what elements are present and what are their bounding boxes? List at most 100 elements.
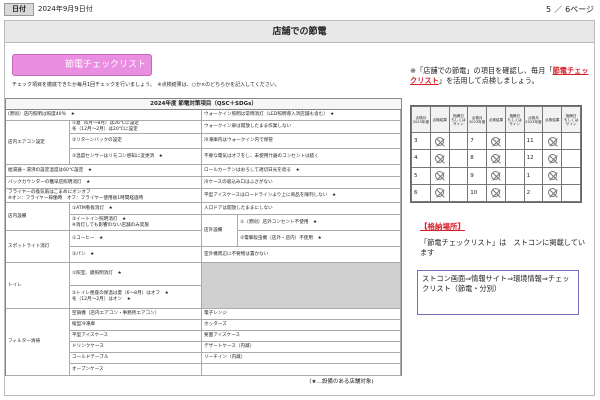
table-cell: オープンケース [70, 364, 202, 376]
grid-sign-cell[interactable] [561, 149, 581, 168]
grid-result-cell[interactable] [429, 131, 450, 151]
crossed-circle-icon [547, 188, 557, 198]
table-cell: バックカウンターの穫早店照明消灯 ★ [6, 177, 202, 189]
table-cell: ②リターンバックの設定 [70, 134, 202, 149]
grid-header-line: 点検結果 [488, 117, 504, 122]
grid-result-cell[interactable] [429, 149, 450, 168]
grid-sign-cell[interactable] [448, 166, 469, 185]
grid-header-cell: 指摘日 もしくは サイン [504, 106, 525, 133]
grid-result-cell[interactable] [542, 149, 563, 168]
table-cell: ホッターズ [202, 320, 401, 331]
location-title: 【格納場所】 [420, 222, 465, 231]
grid-month-cell: 9 [467, 166, 488, 185]
grid-result-cell[interactable] [542, 183, 563, 203]
category-cell: スポットライト消灯 [6, 231, 70, 263]
table-cell: ロールカーテンはおろして適切日光を遮る ★ [202, 165, 401, 177]
grid-header-cell: 点検月 2023年度 [523, 106, 544, 133]
location-path-box: ストコン画面⇒情報サイト⇒環境情報⇒チェックリスト（節電・分別） [417, 270, 579, 315]
crossed-circle-icon [547, 153, 557, 163]
grid-header-cell: 指摘日 もしくは サイン [448, 106, 469, 133]
grid-month-cell: 1 [523, 166, 544, 185]
grid-header-cell: 指摘日 もしくは サイン [561, 106, 581, 133]
inspection-grid: 点検月 2023年度 点検結果 指摘日 もしくは サイン 点検月 2023年度 点検結果 指摘日も… [410, 105, 582, 203]
instruction-paragraph: ※「店舗での節電」の項目を確認し、毎月「節電チェックリスト」を活用して点検しまし… [410, 66, 590, 86]
grid-month-cell: 3 [411, 131, 431, 151]
grid-month-cell: 5 [411, 166, 431, 185]
table-cell: 冷ケースの吸込み口はふさがない [202, 177, 401, 189]
crossed-circle-icon [491, 153, 501, 163]
paragraph-part: ※「店舗での節電」の項目を確認し、毎月「 [410, 66, 553, 75]
grid-header-cell: 点検月 2023年度 [411, 106, 431, 133]
category-cell: フィルター清掃 [6, 309, 70, 376]
table-cell: ①（原則）店外コンセント不使用 ★ [238, 215, 401, 231]
table-cell: 冷凍庫内はウォークイン内で保管 [202, 134, 401, 149]
checklist-button[interactable]: 節電チェックリスト [12, 54, 152, 76]
grid-sign-cell[interactable] [561, 166, 581, 185]
grid-sign-cell[interactable] [448, 131, 469, 151]
grid-sign-cell[interactable] [561, 183, 581, 203]
empty-cell [202, 263, 401, 309]
grid-sign-cell[interactable] [504, 149, 525, 168]
table-cell: フライヤーの換気扇はこまめにオンオフ ※オン：フライヤー稼働時 オフ：フライヤー… [6, 189, 202, 203]
grid-month-cell: 6 [411, 183, 431, 203]
table-cell: 室外機周辺に不要物は置かない [202, 247, 401, 263]
grid-result-cell[interactable] [542, 131, 563, 151]
table-cell: 平型アイスケースはロードラインより上に商品を陳列しない ★ [202, 189, 401, 203]
table-cell: デザートケース（内蔵） [202, 342, 401, 353]
table-cell: 平型アイスケース [70, 331, 202, 342]
crossed-circle-icon [435, 153, 445, 163]
cell-line: ※オン：フライヤー稼働時 オフ：フライヤー使用後1時間経過時 [8, 195, 144, 201]
grid-month-cell: 11 [523, 131, 544, 151]
crossed-circle-icon [435, 188, 445, 198]
grid-header-cell: 点検月 2023年度 [467, 106, 488, 133]
grid-result-cell[interactable] [429, 183, 450, 203]
page-title: 店舗での節電 [5, 21, 594, 43]
table-cell: 要面アイスケース [202, 331, 401, 342]
grid-row: 6 10 2 [411, 183, 581, 203]
cell-line: 冬（12月～2月）は20℃に設定 [72, 127, 138, 132]
grid-sign-cell[interactable] [504, 131, 525, 151]
grid-row: 5 9 1 [411, 166, 581, 185]
grid-header-line: 点検結果 [432, 117, 447, 122]
grid-sign-cell[interactable] [504, 166, 525, 185]
table-title: 2024年度 節電対策項目（QSC＋SDGs） [6, 99, 401, 110]
grid-header-line: 2023年度 [412, 119, 430, 124]
grid-sign-cell[interactable] [561, 131, 581, 151]
page-separator: ／ [554, 5, 563, 14]
measures-table: 2024年度 節電対策項目（QSC＋SDGs） (原則）店内照明は照度40％ ★… [5, 98, 402, 376]
grid-month-cell: 4 [411, 149, 431, 168]
page-number: 5 ／ 6ページ [546, 4, 594, 15]
grid-sign-cell[interactable] [448, 183, 469, 203]
category-cell: 店外設備 [202, 215, 238, 247]
grid-header-line: 点検結果 [545, 117, 560, 122]
grid-month-cell: 10 [467, 183, 488, 203]
table-cell: ③温度センサーはリモコン感知に変更済 ★ [70, 149, 202, 165]
grid-header-line: もしくは [563, 117, 579, 122]
date-label: 日付 [4, 3, 34, 16]
table-cell: (原則）店内照明は照度40％ ★ [6, 110, 202, 121]
category-cell: 店内設備 [6, 203, 70, 231]
crossed-circle-icon [547, 136, 557, 146]
date-value: 2024年9月9日付 [38, 5, 93, 13]
table-cell: ①照室、鏡照明消灯 ★ [70, 263, 202, 286]
grid-sign-cell[interactable] [448, 149, 469, 168]
table-cell: 電子レンジ [202, 309, 401, 320]
paragraph-part: 」を活用して点検しましょう。 [438, 76, 539, 85]
grid-header-cell: 点検結果 [542, 106, 563, 133]
table-cell: ①ATM看板消灯 ★ [70, 203, 202, 215]
grid-result-cell[interactable] [486, 183, 506, 203]
grid-result-cell[interactable] [429, 166, 450, 185]
location-text: 「節電チェックリスト」は ストコンに掲載しています [420, 238, 586, 257]
grid-sign-cell[interactable] [504, 183, 525, 203]
grid-header-cell: 点検結果 [429, 106, 450, 133]
category-cell: トイレ [6, 263, 70, 309]
grid-result-cell[interactable] [542, 166, 563, 185]
table-cell: 入口ドアは開放したままにしない [202, 203, 401, 215]
grid-result-cell[interactable] [486, 166, 506, 185]
crossed-circle-icon [547, 171, 557, 181]
grid-month-cell: 2 [523, 183, 544, 203]
grid-month-cell: 8 [467, 149, 488, 168]
grid-header-line: サイン [565, 121, 577, 126]
grid-result-cell[interactable] [486, 131, 506, 151]
grid-result-cell[interactable] [486, 149, 506, 168]
